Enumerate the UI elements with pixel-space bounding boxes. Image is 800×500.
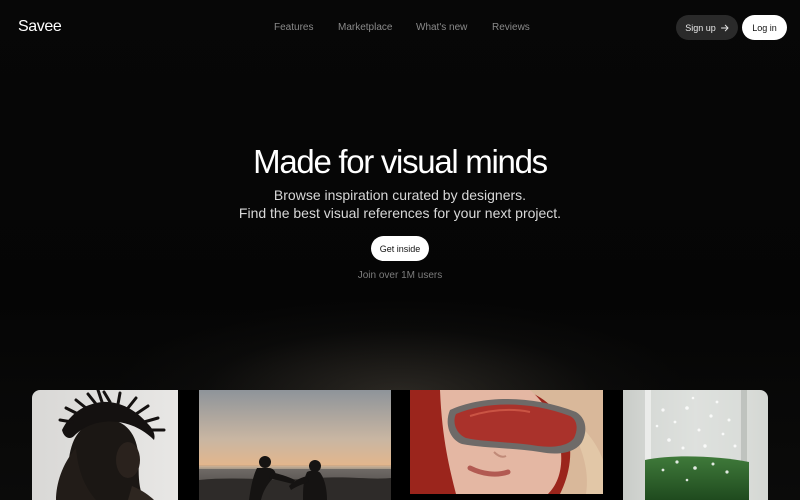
hero-title: Made for visual minds	[253, 143, 548, 180]
signup-label: Sign up	[685, 22, 716, 33]
gallery-image-glass[interactable]	[623, 390, 768, 500]
signup-button[interactable]: Sign up	[676, 15, 738, 40]
site-header: Savee Features Marketplace What's new Re…	[0, 0, 800, 56]
users-note: Join over 1M users	[357, 270, 443, 281]
gallery-image-sunglasses[interactable]	[410, 390, 603, 494]
nav-whats-new[interactable]: What's new	[416, 22, 467, 33]
get-inside-button[interactable]: Get inside	[371, 236, 429, 261]
login-button[interactable]: Log in	[742, 15, 787, 40]
arrow-right-icon	[720, 24, 729, 32]
gallery-image-beach[interactable]	[199, 390, 391, 500]
hero-subtitle-line-1: Browse inspiration curated by designers.	[273, 187, 527, 203]
nav-marketplace[interactable]: Marketplace	[338, 22, 392, 33]
hero-subtitle-line-2: Find the best visual references for your…	[238, 205, 562, 221]
nav-reviews[interactable]: Reviews	[492, 22, 530, 33]
inspiration-gallery	[32, 390, 768, 500]
gallery-image-portrait[interactable]	[32, 390, 178, 500]
nav-features[interactable]: Features	[274, 22, 313, 33]
hero-subtitle: Browse inspiration curated by designers.…	[0, 186, 800, 222]
landing-page: Savee Features Marketplace What's new Re…	[0, 0, 800, 500]
